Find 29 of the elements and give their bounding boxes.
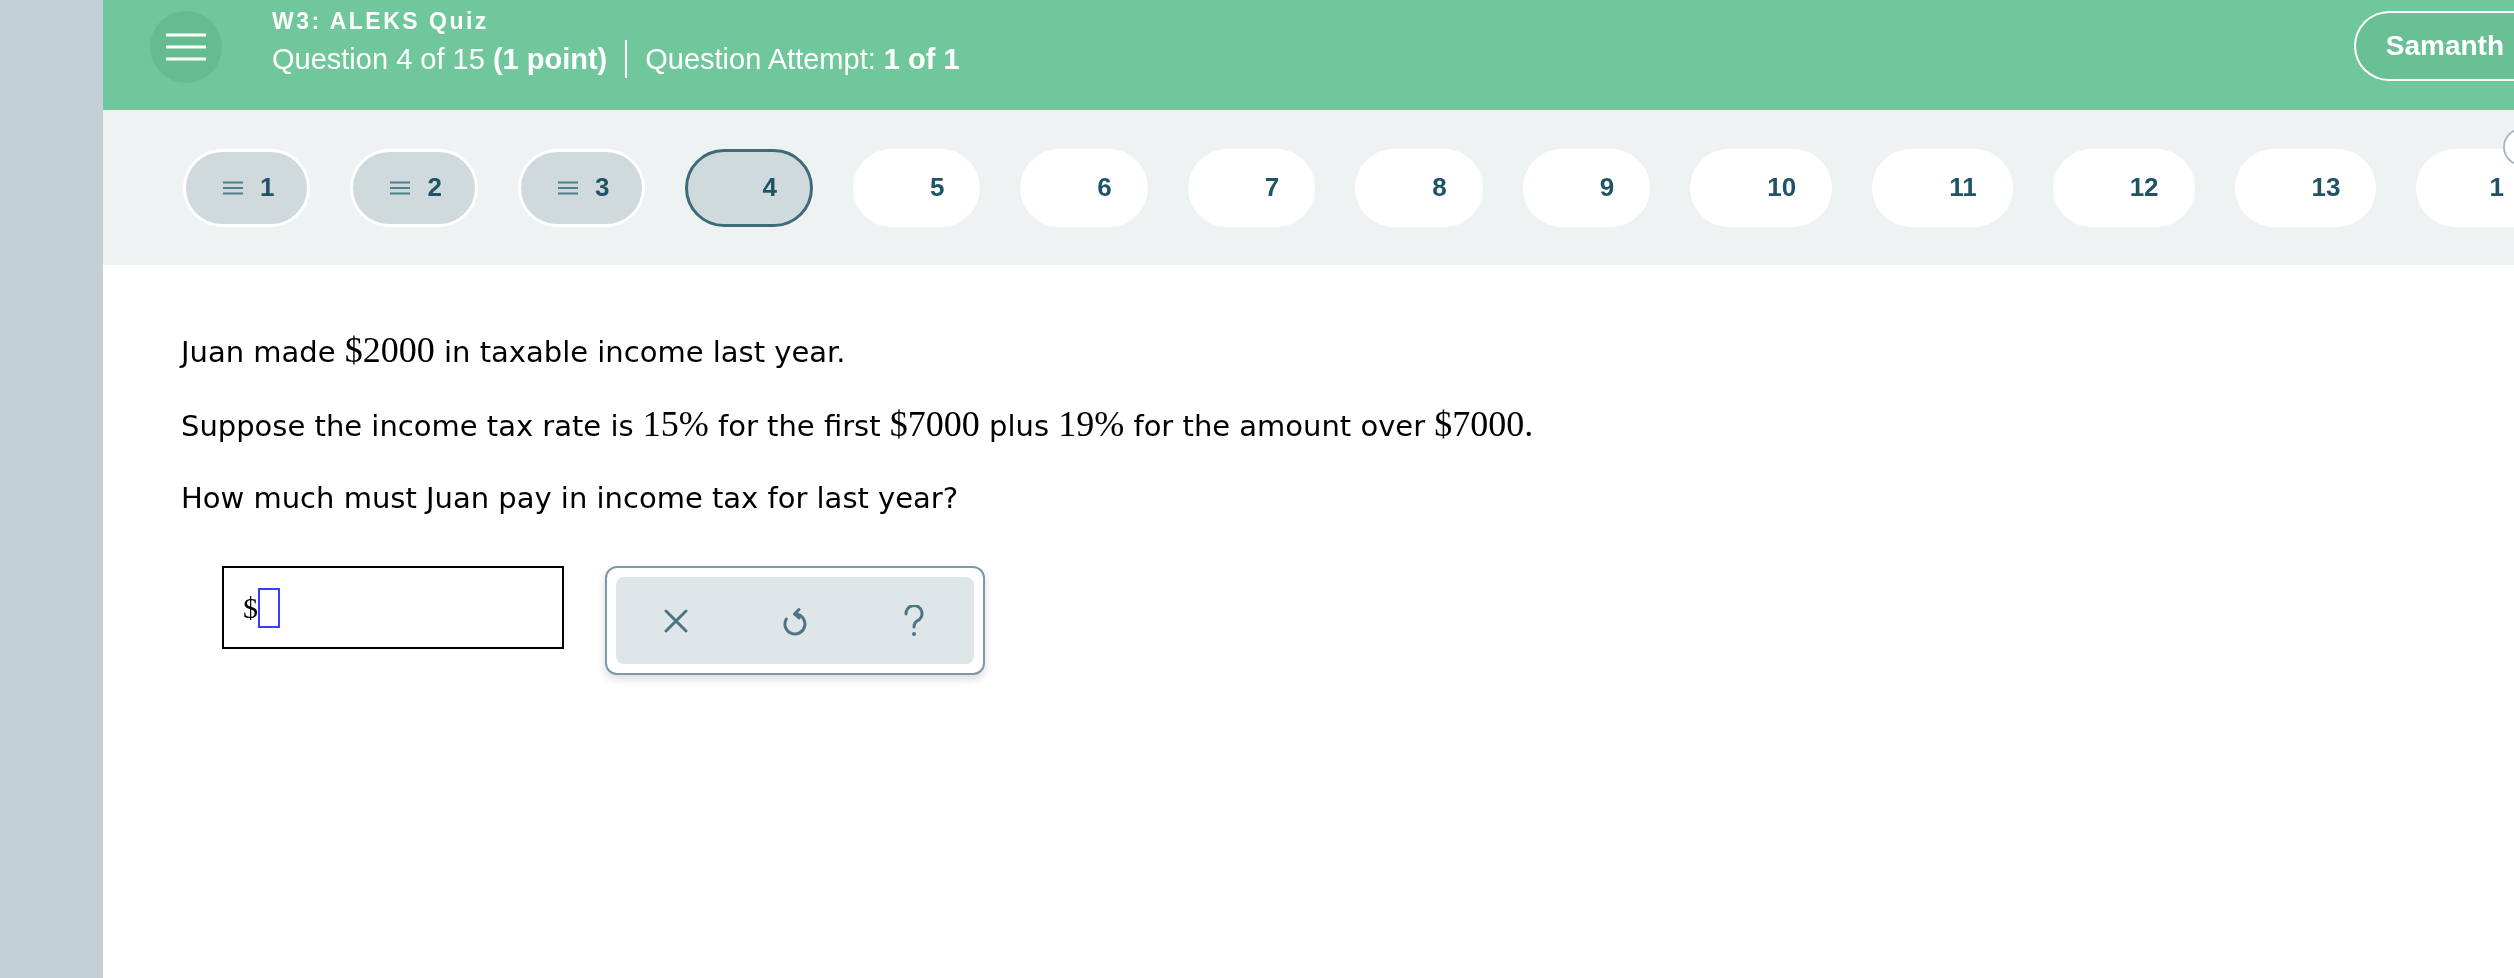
- undo-icon: [782, 605, 808, 636]
- question-paragraph: Suppose the income tax rate is 15% for the first $7000 plus 19% for the amount over $7000.: [181, 403, 1535, 446]
- help-icon: [903, 604, 926, 637]
- question-tab[interactable]: 6: [1020, 148, 1148, 227]
- question-info: Question 4 of 15 (1 point): [272, 42, 608, 77]
- question-tab[interactable]: 11: [1872, 148, 2013, 227]
- lines-icon: [556, 180, 579, 195]
- input-field[interactable]: [258, 587, 280, 628]
- lines-icon: [222, 180, 244, 195]
- question-paragraph: Juan made $2000 in taxable income last year.: [181, 329, 847, 372]
- dollar-sign: $: [243, 590, 258, 625]
- question-tab[interactable]: 1: [2416, 148, 2514, 227]
- question-tab[interactable]: 9: [1522, 148, 1651, 227]
- question-tab[interactable]: 8: [1355, 148, 1483, 227]
- close-icon: [663, 608, 688, 633]
- question-tab[interactable]: 10: [1690, 148, 1833, 227]
- question-tab[interactable]: 1: [183, 148, 311, 227]
- menu-icon: [166, 33, 206, 61]
- lines-icon: [389, 180, 412, 195]
- question-tab[interactable]: 13: [2234, 148, 2377, 227]
- question-tab[interactable]: 7: [1187, 148, 1316, 227]
- question-tab[interactable]: 2: [350, 148, 478, 227]
- attempt-info: Question Attempt: 1 of 1: [645, 42, 960, 77]
- question-paragraph: How much must Juan pay in income tax for last year?: [181, 480, 960, 517]
- question-tab[interactable]: 5: [852, 148, 981, 227]
- quiz-title: W3: ALEKS Quiz: [272, 7, 490, 36]
- question-tab[interactable]: 3: [517, 148, 646, 227]
- question-tab[interactable]: 12: [2052, 148, 2195, 227]
- question-tab[interactable]: 4: [685, 148, 813, 227]
